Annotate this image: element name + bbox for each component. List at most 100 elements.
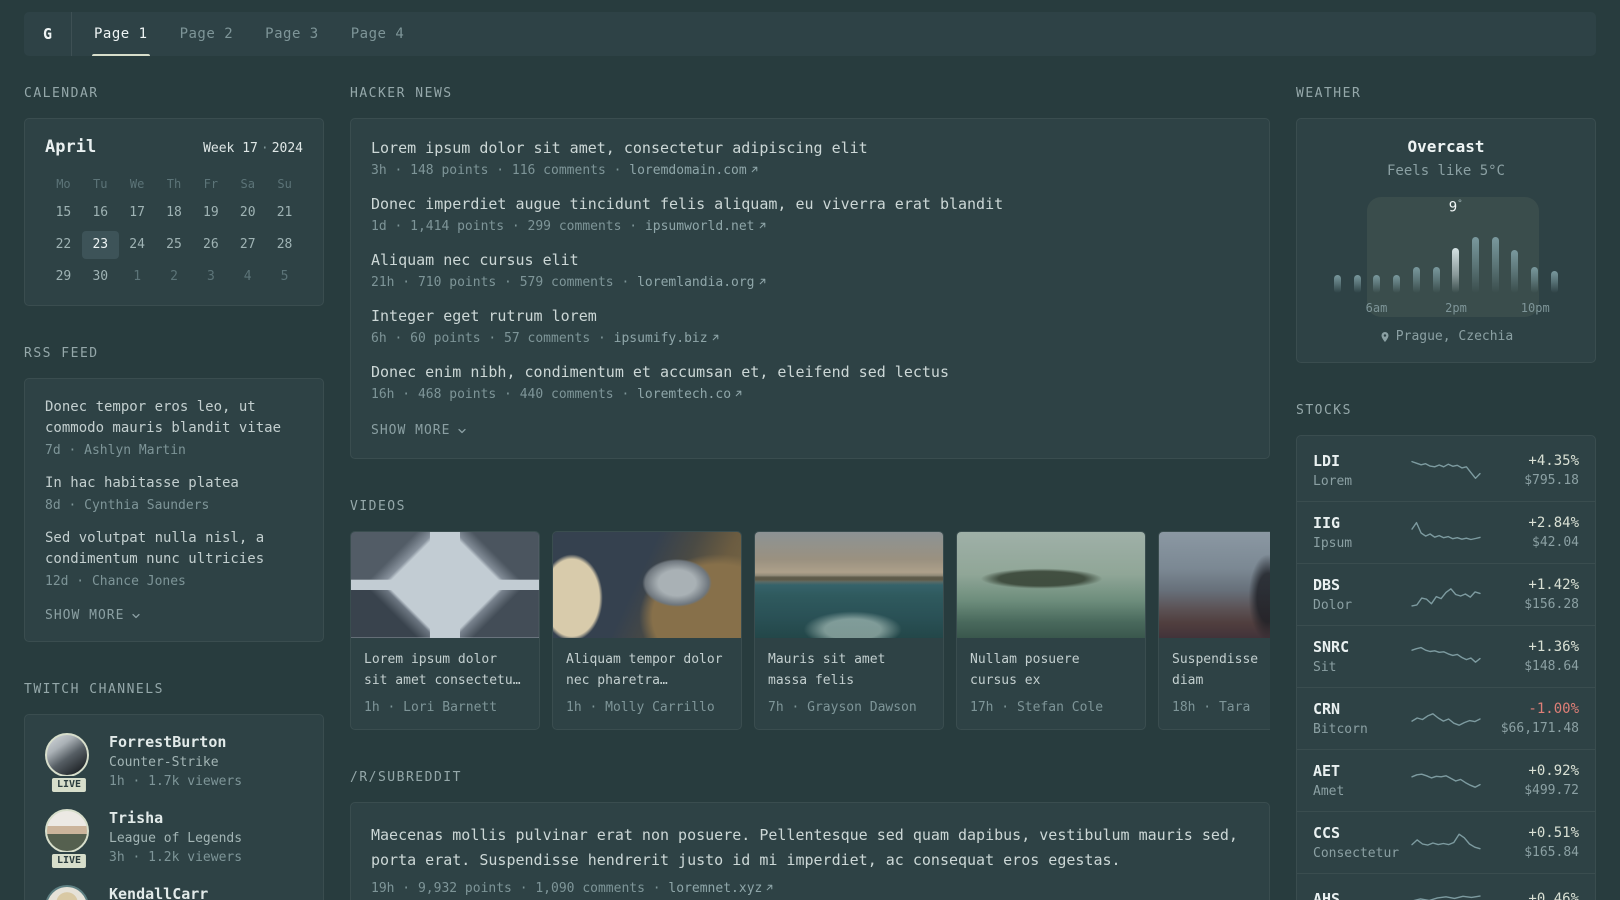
video-thumbnail[interactable] xyxy=(1159,532,1270,638)
stock-sparkline xyxy=(1411,521,1481,540)
hn-story-title[interactable]: Donec imperdiet augue tincidunt felis al… xyxy=(371,195,1249,213)
hn-domain-link[interactable]: ipsumworld.net xyxy=(645,219,755,234)
twitch-channel[interactable]: LIVE ForrestBurton Counter-Strike 1h · 1… xyxy=(45,733,303,794)
video-card[interactable]: Mauris sit amet massa felis 7h · Grayson… xyxy=(754,531,944,730)
live-badge: LIVE xyxy=(49,776,89,794)
weather-bar xyxy=(1491,236,1499,293)
calendar-grid: Mo Tu We Th Fr Sa Su 15 16 17 18 19 20 2… xyxy=(45,173,303,291)
calendar-day: 26 xyxy=(203,237,219,252)
video-title[interactable]: Mauris sit amet massa felis xyxy=(768,650,930,692)
weather-bar-chart xyxy=(1327,209,1565,293)
hn-domain-link[interactable]: loremtech.co xyxy=(637,387,731,402)
stock-row[interactable]: CRN Bitcorn -1.00% $66,171.48 xyxy=(1297,687,1595,749)
calendar-section-title: CALENDAR xyxy=(24,86,99,101)
rss-item: Sed volutpat nulla nisl, a condimentum n… xyxy=(45,528,303,589)
twitch-channel[interactable]: LIVE Trisha League of Legends 3h · 1.2k … xyxy=(45,809,303,870)
video-title[interactable]: Lorem ipsum dolor sit amet consectetu… xyxy=(364,650,526,692)
reddit-domain-link[interactable]: loremnet.xyz xyxy=(668,881,762,896)
stock-sparkline xyxy=(1411,832,1481,849)
hn-story-meta: 16h · 468 points · 440 comments · loremt… xyxy=(371,387,1249,402)
stock-row[interactable]: DBS Dolor +1.42% $156.28 xyxy=(1297,563,1595,625)
tab-page-2[interactable]: Page 2 xyxy=(164,12,250,56)
twitch-section-title: TWITCH CHANNELS xyxy=(24,682,164,697)
weather-location-label: Prague, Czechia xyxy=(1395,329,1514,344)
hn-show-more-button[interactable]: SHOW MORE xyxy=(371,423,468,438)
video-card[interactable]: Aliquam tempor dolor nec pharetra… 1h · … xyxy=(552,531,742,730)
rss-item-meta: 12d · Chance Jones xyxy=(45,574,186,589)
stock-row[interactable]: LDI Lorem +4.35% $795.18 xyxy=(1297,440,1595,501)
stock-row[interactable]: AHS +0.46% xyxy=(1297,873,1595,900)
stock-price: $42.04 xyxy=(1532,535,1579,550)
reddit-post-title-line: porta erat. Suspendisse hendrerit justo … xyxy=(371,851,1121,870)
hn-domain-link[interactable]: ipsumify.biz xyxy=(614,331,708,346)
weather-section: WEATHER Overcast Feels like 5°C 9° 6am 2… xyxy=(1296,86,1596,363)
video-thumbnail[interactable] xyxy=(553,532,741,638)
stock-row[interactable]: IIG Ipsum +2.84% $42.04 xyxy=(1297,501,1595,563)
stock-name: Ipsum xyxy=(1313,536,1353,551)
stock-row[interactable]: AET Amet +0.92% $499.72 xyxy=(1297,749,1595,811)
hn-story-title[interactable]: Integer eget rutrum lorem xyxy=(371,307,1249,325)
stock-row[interactable]: CCS Consectetur +0.51% $165.84 xyxy=(1297,811,1595,873)
page-tabs: Page 1 Page 2 Page 3 Page 4 xyxy=(78,12,420,56)
weather-bar xyxy=(1511,250,1519,293)
hn-domain-link[interactable]: loremlandia.org xyxy=(637,275,754,290)
twitch-channel-name[interactable]: ForrestBurton xyxy=(109,733,242,751)
video-meta: 1h · Molly Carrillo xyxy=(566,699,715,715)
avatar xyxy=(45,885,89,900)
dow-label: Fr xyxy=(203,177,219,191)
stock-change: +0.92% xyxy=(1528,763,1579,779)
hn-story-title[interactable]: Donec enim nibh, condimentum et accumsan… xyxy=(371,363,1249,381)
calendar-widget: April Week 17 · 2024 Mo Tu We Th Fr Sa Su … xyxy=(24,118,324,306)
tab-page-1[interactable]: Page 1 xyxy=(78,12,164,56)
calendar-section: CALENDAR April Week 17 · 2024 Mo Tu We Th … xyxy=(24,86,324,306)
hn-meta-text: 21h · 710 points · 579 comments · xyxy=(371,275,630,290)
twitch-viewers: 1h · 1.7k viewers xyxy=(109,774,243,789)
hn-domain-link[interactable]: loremdomain.com xyxy=(629,163,746,178)
weather-location: Prague, Czechia xyxy=(1315,329,1577,344)
video-thumbnail[interactable] xyxy=(351,532,539,638)
rss-show-more-button[interactable]: SHOW MORE xyxy=(45,608,142,623)
video-title[interactable]: Suspendisse diam xyxy=(1172,650,1270,692)
stock-change-negative: -1.00% xyxy=(1528,701,1579,717)
video-thumbnail[interactable] xyxy=(755,532,943,638)
rss-item-title[interactable]: Sed volutpat nulla nisl, a condimentum n… xyxy=(45,528,303,570)
reddit-meta-text: 19h · 9,932 points · 1,090 comments · xyxy=(371,880,661,896)
calendar-day: 25 xyxy=(166,237,182,252)
video-card[interactable]: Suspendisse diam 18h · Tara xyxy=(1158,531,1270,730)
video-title[interactable]: Nullam posuere cursus ex xyxy=(970,650,1132,692)
top-nav: G Page 1 Page 2 Page 3 Page 4 xyxy=(24,12,1596,56)
stock-symbol: SNRC xyxy=(1313,638,1350,656)
twitch-channel[interactable]: KendallCarr xyxy=(45,885,303,900)
hn-story-title[interactable]: Aliquam nec cursus elit xyxy=(371,251,1249,269)
videos-section: VIDEOS Lorem ipsum dolor sit amet consec… xyxy=(350,499,1270,730)
reddit-post-title[interactable]: Maecenas mollis pulvinar erat non posuer… xyxy=(371,823,1249,874)
stock-price: $156.28 xyxy=(1524,597,1579,612)
video-thumbnail[interactable] xyxy=(957,532,1145,638)
video-title[interactable]: Aliquam tempor dolor nec pharetra… xyxy=(566,650,728,692)
stock-change: +4.35% xyxy=(1528,453,1579,469)
reddit-post-meta: 19h · 9,932 points · 1,090 comments · lo… xyxy=(371,881,1249,896)
video-card[interactable]: Lorem ipsum dolor sit amet consectetu… 1… xyxy=(350,531,540,730)
twitch-channel-name[interactable]: Trisha xyxy=(109,809,242,827)
rss-item-title[interactable]: Donec tempor eros leo, ut commodo mauris… xyxy=(45,397,303,439)
video-card[interactable]: Nullam posuere cursus ex 17h · Stefan Co… xyxy=(956,531,1146,730)
hn-meta-text: 3h · 148 points · 116 comments · xyxy=(371,163,622,178)
hn-story-title[interactable]: Lorem ipsum dolor sit amet, consectetur … xyxy=(371,139,1249,157)
twitch-widget: LIVE ForrestBurton Counter-Strike 1h · 1… xyxy=(24,714,324,900)
stock-row[interactable]: SNRC Sit +1.36% $148.64 xyxy=(1297,625,1595,687)
weather-time-axis: 6am 2pm 10pm xyxy=(1327,301,1565,317)
calendar-day: 22 xyxy=(55,237,72,252)
stock-sparkline xyxy=(1411,772,1481,788)
rss-item-title[interactable]: In hac habitasse platea xyxy=(45,473,303,494)
stock-symbol: CRN xyxy=(1313,700,1341,718)
stock-name: Sit xyxy=(1313,660,1337,675)
tab-page-4[interactable]: Page 4 xyxy=(335,12,421,56)
app-logo[interactable]: G xyxy=(24,12,72,56)
calendar-day: 17 xyxy=(129,205,145,220)
stocks-section: STOCKS LDI Lorem +4.35% $795.18 IIG Ipsum +… xyxy=(1296,403,1596,900)
stock-price: $66,171.48 xyxy=(1500,721,1579,736)
tab-page-3[interactable]: Page 3 xyxy=(249,12,335,56)
video-meta: 17h · Stefan Cole xyxy=(970,699,1104,715)
chevron-down-icon xyxy=(132,613,141,618)
twitch-channel-name[interactable]: KendallCarr xyxy=(109,885,208,900)
